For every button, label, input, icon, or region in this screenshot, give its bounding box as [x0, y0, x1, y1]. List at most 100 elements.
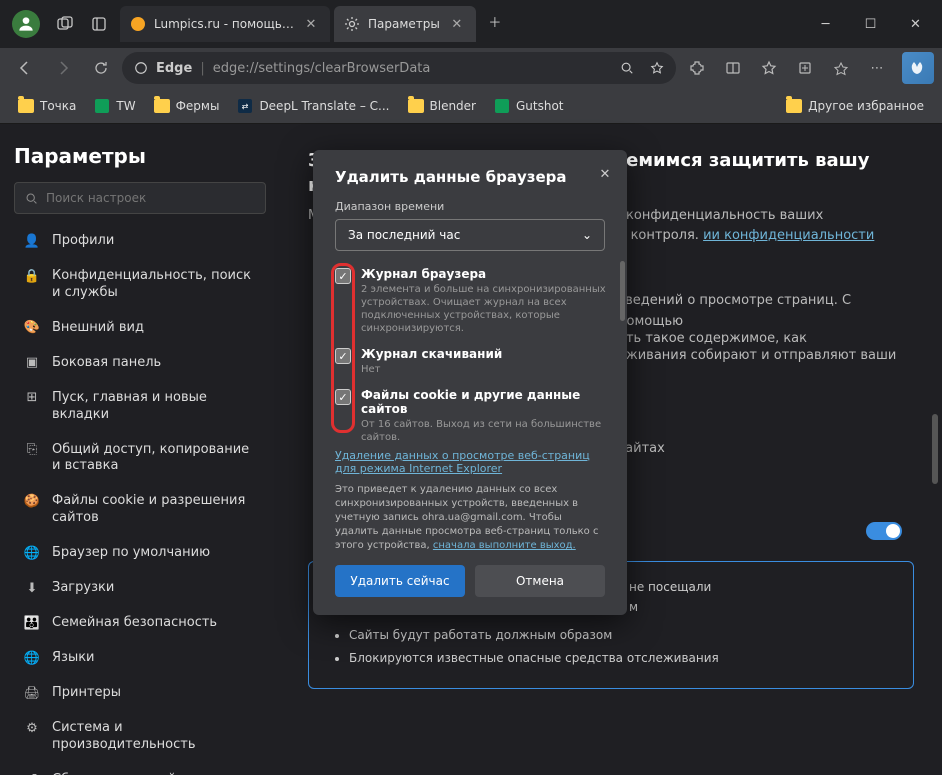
forward-button[interactable]: [46, 51, 80, 85]
time-range-select[interactable]: За последний час ⌄: [335, 219, 605, 251]
checkbox[interactable]: [335, 268, 351, 284]
checkbox[interactable]: [335, 348, 351, 364]
svg-text:⇄: ⇄: [242, 102, 249, 111]
other-bookmarks[interactable]: Другое избранное: [778, 94, 932, 118]
copilot-button[interactable]: [902, 52, 934, 84]
gear-icon: [344, 16, 360, 32]
checkbox[interactable]: [335, 389, 351, 405]
search-icon[interactable]: [620, 61, 634, 75]
edge-icon: [134, 61, 148, 75]
delete-now-button[interactable]: Удалить сейчас: [335, 565, 465, 597]
signout-link[interactable]: сначала выполните выход.: [433, 540, 576, 551]
menu-label: Пуск, главная и новые вкладки: [52, 390, 256, 424]
item-title: Журнал скачиваний: [361, 347, 615, 361]
menu-icon: 🍪: [24, 494, 40, 510]
sidebar-item[interactable]: ⎘Общий доступ, копирование и вставка: [14, 433, 266, 485]
menu-icon: ⊞: [24, 391, 40, 407]
privacy-link[interactable]: ии конфиденциальности: [703, 228, 874, 243]
item-title: Файлы cookie и другие данные сайтов: [361, 388, 615, 416]
minimize-button[interactable]: ─: [803, 7, 848, 41]
toolbar: Edge | edge://settings/clearBrowserData …: [0, 48, 942, 88]
collections-icon[interactable]: [788, 51, 822, 85]
search-input[interactable]: [14, 182, 266, 214]
bookmarks-bar: Точка TW Фермы ⇄DeepL Translate – С... B…: [0, 88, 942, 124]
deepl-icon: ⇄: [237, 98, 253, 114]
range-label: Диапазон времени: [313, 200, 627, 213]
item-desc: От 16 сайтов. Выход из сети на большинст…: [361, 418, 615, 441]
maximize-button[interactable]: ☐: [848, 7, 893, 41]
sidebar-item[interactable]: 🔒Конфиденциальность, поиск и службы: [14, 259, 266, 311]
tab-lumpics[interactable]: Lumpics.ru - помощь с компью ✕: [120, 6, 330, 42]
scrollbar[interactable]: [932, 414, 938, 484]
sidebar-item[interactable]: 🍪 Файлы cookie и разрешения сайтов: [14, 484, 266, 536]
sidebar-title: Параметры: [14, 144, 266, 168]
url-text: edge://settings/clearBrowserData: [213, 61, 431, 76]
workspaces-icon[interactable]: [48, 7, 82, 41]
favorites-icon[interactable]: [752, 51, 786, 85]
menu-icon: ⬇: [24, 581, 40, 597]
favorite-icon[interactable]: [650, 61, 664, 75]
search-icon: [25, 192, 38, 205]
sidebar-item[interactable]: ⚙Система и производительность: [14, 711, 266, 763]
menu-label: Внешний вид: [52, 320, 144, 337]
favicon-icon: [130, 16, 146, 32]
close-icon[interactable]: ✕: [448, 15, 466, 33]
sidebar-item[interactable]: 🎨 Внешний вид: [14, 311, 266, 346]
vertical-tabs-icon[interactable]: [82, 7, 116, 41]
item-desc: 2 элемента и больше на синхронизированны…: [361, 283, 615, 335]
titlebar: Lumpics.ru - помощь с компью ✕ Параметры…: [0, 0, 942, 48]
bookmark-item[interactable]: TW: [86, 94, 143, 118]
menu-icon: 🌐: [24, 651, 40, 667]
settings-sidebar: Параметры 👤Профили🔒Конфиденциальность, п…: [0, 124, 280, 775]
sidebar-item[interactable]: 👤Профили: [14, 224, 266, 259]
split-screen-icon[interactable]: [716, 51, 750, 85]
bookmark-item[interactable]: ⇄DeepL Translate – С...: [229, 94, 397, 118]
bookmark-item[interactable]: Blender: [400, 94, 485, 118]
bookmark-item[interactable]: Точка: [10, 94, 84, 118]
bookmark-item[interactable]: Gutshot: [486, 94, 572, 118]
menu-icon: 🎨: [24, 321, 40, 337]
sidebar-item[interactable]: 🖨Принтеры: [14, 676, 266, 711]
menu-label: Боковая панель: [52, 355, 161, 372]
clear-data-item[interactable]: Файлы cookie и другие данные сайтовОт 16…: [335, 382, 615, 441]
clear-data-item[interactable]: Журнал скачиваний Нет: [335, 341, 615, 382]
sidebar-item[interactable]: ▣ Боковая панель: [14, 346, 266, 381]
new-tab-button[interactable]: ＋: [480, 6, 510, 36]
menu-label: Загрузки: [52, 580, 114, 597]
profile-avatar[interactable]: [12, 10, 40, 38]
menu-label: Браузер по умолчанию: [52, 545, 210, 562]
sidebar-item[interactable]: 🌐Браузер по умолчанию: [14, 536, 266, 571]
tracking-toggle[interactable]: [866, 522, 902, 540]
menu-icon: ▣: [24, 356, 40, 372]
menu-icon: 👪: [24, 616, 40, 632]
menu-icon[interactable]: ⋯: [860, 51, 894, 85]
dialog-scrollbar[interactable]: [620, 261, 625, 321]
menu-icon: 🔒: [24, 269, 40, 285]
menu-icon: ⚙: [24, 721, 40, 737]
sidebar-item[interactable]: ⊞ Пуск, главная и новые вкладки: [14, 381, 266, 433]
tab-label: Lumpics.ru - помощь с компью: [154, 17, 294, 31]
brand-label: Edge: [156, 61, 192, 76]
tab-label: Параметры: [368, 17, 440, 31]
close-icon[interactable]: ✕: [302, 15, 320, 33]
extensions-icon[interactable]: [680, 51, 714, 85]
menu-icon: 👤: [24, 234, 40, 250]
refresh-button[interactable]: [84, 51, 118, 85]
item-desc: Нет: [361, 363, 615, 376]
bookmark-item[interactable]: Фермы: [146, 94, 228, 118]
performance-icon[interactable]: [824, 51, 858, 85]
sidebar-item[interactable]: ↺Сбросить настройки: [14, 763, 266, 775]
address-bar[interactable]: Edge | edge://settings/clearBrowserData: [122, 52, 676, 84]
dialog-close-button[interactable]: ✕: [595, 164, 615, 184]
cancel-button[interactable]: Отмена: [475, 565, 605, 597]
sidebar-item[interactable]: ⬇ Загрузки: [14, 571, 266, 606]
tab-settings[interactable]: Параметры ✕: [334, 6, 476, 42]
menu-label: Файлы cookie и разрешения сайтов: [52, 493, 256, 527]
sidebar-item[interactable]: 👪Семейная безопасность: [14, 606, 266, 641]
clear-data-item[interactable]: Журнал браузера2 элемента и больше на си…: [335, 261, 615, 341]
menu-icon: ⎘: [24, 443, 40, 459]
back-button[interactable]: [8, 51, 42, 85]
ie-mode-link[interactable]: Удаление данных о просмотре веб-страниц …: [335, 449, 590, 475]
close-button[interactable]: ✕: [893, 7, 938, 41]
sidebar-item[interactable]: 🌐Языки: [14, 641, 266, 676]
